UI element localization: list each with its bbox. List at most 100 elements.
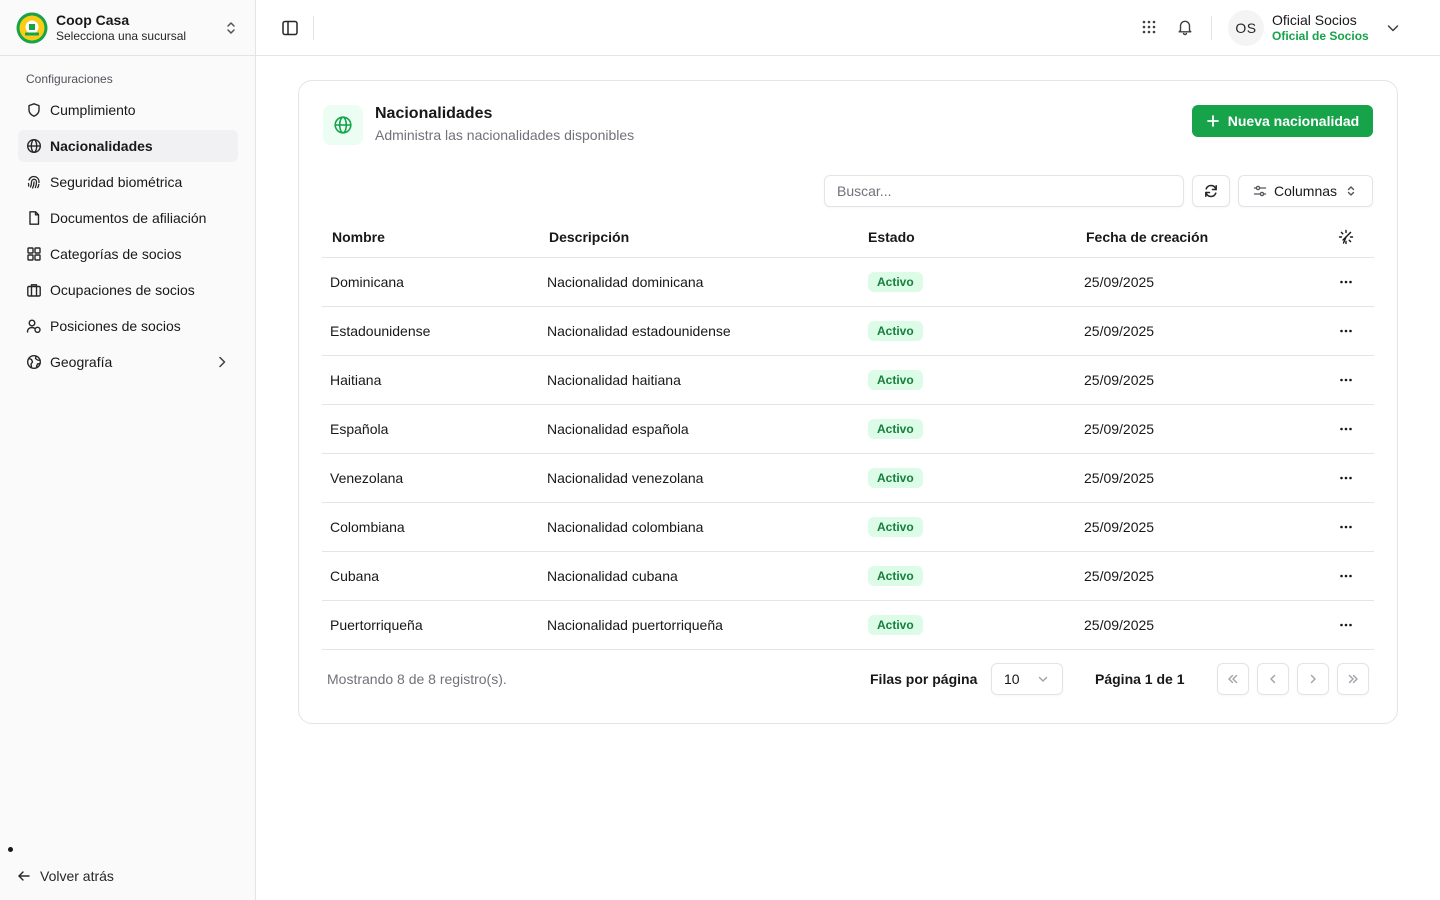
org-subtitle: Selecciona una sucursal — [56, 28, 187, 43]
coop-logo — [16, 12, 48, 43]
fingerprint-icon — [27, 175, 40, 189]
chevrons-up-down-icon — [1347, 186, 1355, 196]
cell-name: Venezolana — [330, 470, 404, 486]
sliders-icon — [1253, 185, 1267, 197]
column-header-status[interactable]: Estado — [860, 229, 1076, 245]
earth-icon — [26, 354, 42, 370]
cell-name: Puertorriqueña — [330, 617, 423, 633]
row-actions-button[interactable] — [1334, 417, 1358, 441]
chevron-left-icon — [1270, 674, 1276, 684]
table-row: Haitiana Nacionalidad haitiana Activo 25… — [322, 356, 1374, 405]
status-badge: Activo — [868, 566, 923, 586]
rows-per-page-select[interactable]: 10 — [991, 663, 1063, 695]
page-indicator: Página 1 de 1 — [1095, 671, 1185, 687]
rows-per-page-value: 10 — [1004, 671, 1020, 687]
row-actions-button[interactable] — [1334, 613, 1358, 637]
status-badge: Activo — [868, 321, 923, 341]
sidebar-item-posiciones-socios[interactable]: Posiciones de socios — [18, 310, 238, 342]
cell-created: 25/09/2025 — [1084, 617, 1155, 633]
first-page-button[interactable] — [1217, 663, 1249, 695]
cell-name: Colombiana — [330, 519, 405, 535]
row-actions-button[interactable] — [1334, 466, 1358, 490]
rows-per-page-label: Filas por página — [870, 671, 978, 687]
cell-description: Nacionalidad colombiana — [547, 519, 704, 535]
status-dot — [8, 847, 13, 852]
status-badge: Activo — [868, 615, 923, 635]
cell-description: Nacionalidad española — [547, 421, 689, 437]
more-horizontal-icon — [1340, 280, 1352, 284]
status-badge: Activo — [868, 419, 923, 439]
shield-icon — [28, 103, 40, 117]
new-nationality-button[interactable]: Nueva nacionalidad — [1192, 105, 1373, 137]
magic-wand-icon[interactable] — [1337, 228, 1355, 246]
column-header-created[interactable]: Fecha de creación — [1076, 229, 1318, 245]
cell-description: Nacionalidad estadounidense — [547, 323, 731, 339]
search-input[interactable] — [824, 175, 1184, 207]
cell-description: Nacionalidad dominicana — [547, 274, 704, 290]
more-horizontal-icon — [1340, 525, 1352, 529]
org-switcher[interactable]: Coop Casa Selecciona una sucursal — [0, 0, 255, 56]
row-actions-button[interactable] — [1334, 319, 1358, 343]
globe-icon — [334, 116, 352, 134]
chevrons-right-icon — [1348, 674, 1358, 684]
refresh-button[interactable] — [1192, 175, 1230, 207]
table-row: Cubana Nacionalidad cubana Activo 25/09/… — [322, 552, 1374, 601]
table-row: Puertorriqueña Nacionalidad puertorrique… — [322, 601, 1374, 650]
cell-created: 25/09/2025 — [1084, 470, 1155, 486]
status-badge: Activo — [868, 517, 923, 537]
cell-name: Haitiana — [330, 372, 382, 388]
bell-icon[interactable] — [1176, 18, 1194, 36]
header-divider — [313, 16, 314, 40]
page-title: Nacionalidades — [375, 105, 493, 122]
sidebar-item-ocupaciones-socios[interactable]: Ocupaciones de socios — [18, 274, 238, 306]
table-row: Española Nacionalidad española Activo 25… — [322, 405, 1374, 454]
sidebar-item-cumplimiento[interactable]: Cumplimiento — [18, 94, 238, 126]
sidebar-item-label: Geografía — [50, 354, 113, 370]
user-name: Oficial Socios — [1272, 12, 1357, 28]
sidebar-item-seguridad-biometrica[interactable]: Seguridad biométrica — [18, 166, 238, 198]
status-badge: Activo — [868, 468, 923, 488]
grid-icon — [27, 247, 41, 261]
table-row: Colombiana Nacionalidad colombiana Activ… — [322, 503, 1374, 552]
row-actions-button[interactable] — [1334, 515, 1358, 539]
last-page-button[interactable] — [1337, 663, 1369, 695]
cell-created: 25/09/2025 — [1084, 519, 1155, 535]
row-actions-button[interactable] — [1334, 270, 1358, 294]
more-horizontal-icon — [1340, 427, 1352, 431]
row-actions-button[interactable] — [1334, 564, 1358, 588]
user-menu[interactable]: OS Oficial Socios Oficial de Socios — [1228, 10, 1401, 46]
column-header-description[interactable]: Descripción — [539, 229, 860, 245]
apps-grid-icon[interactable] — [1140, 18, 1158, 36]
column-header-name[interactable]: Nombre — [322, 229, 539, 245]
chevron-down-icon — [1387, 25, 1398, 32]
back-label: Volver atrás — [40, 868, 114, 884]
nationalities-card: Nacionalidades Administra las nacionalid… — [298, 80, 1398, 724]
table-row: Dominicana Nacionalidad dominicana Activ… — [322, 258, 1374, 307]
sidebar-item-categorias-socios[interactable]: Categorías de socios — [18, 238, 238, 270]
sidebar-item-nacionalidades[interactable]: Nacionalidades — [18, 130, 238, 162]
columns-button[interactable]: Columnas — [1238, 175, 1373, 207]
nationalities-table: Nombre Descripción Estado Fecha de creac… — [322, 217, 1374, 650]
sidebar: Coop Casa Selecciona una sucursal Config… — [0, 0, 256, 900]
next-page-button[interactable] — [1297, 663, 1329, 695]
back-link[interactable]: Volver atrás — [16, 864, 114, 888]
sidebar-toggle-icon[interactable] — [280, 18, 300, 38]
cell-created: 25/09/2025 — [1084, 372, 1155, 388]
more-horizontal-icon — [1340, 329, 1352, 333]
more-horizontal-icon — [1340, 378, 1352, 382]
sidebar-item-documentos-afiliacion[interactable]: Documentos de afiliación — [18, 202, 238, 234]
table-row: Venezolana Nacionalidad venezolana Activ… — [322, 454, 1374, 503]
cell-created: 25/09/2025 — [1084, 323, 1155, 339]
cell-name: Española — [330, 421, 389, 437]
cell-created: 25/09/2025 — [1084, 568, 1155, 584]
more-horizontal-icon — [1340, 623, 1352, 627]
row-actions-button[interactable] — [1334, 368, 1358, 392]
arrow-left-icon — [18, 871, 30, 881]
chevron-right-icon — [1310, 674, 1316, 684]
chevron-right-icon — [219, 356, 226, 368]
columns-label: Columnas — [1273, 183, 1338, 199]
sidebar-menu: Cumplimiento Nacionalidades Seguridad bi… — [18, 94, 238, 382]
sidebar-item-geografia[interactable]: Geografía — [18, 346, 238, 378]
sidebar-item-label: Cumplimiento — [50, 102, 136, 118]
prev-page-button[interactable] — [1257, 663, 1289, 695]
